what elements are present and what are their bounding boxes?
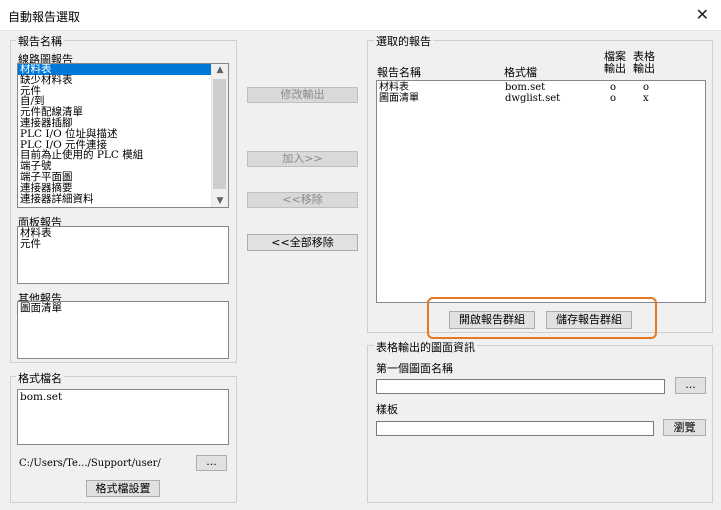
list-item[interactable]: 圖面清單: [18, 303, 228, 314]
remove-all-button[interactable]: <<全部移除: [247, 234, 358, 251]
column-header-report-name: 報告名稱: [377, 66, 421, 79]
scroll-up-icon[interactable]: ▲: [212, 65, 228, 75]
selected-reports-group-label: 選取的報告: [374, 33, 433, 49]
selected-reports-list[interactable]: 材料表 bom.set o o 圖面清單 dwglist.set o x: [376, 80, 706, 303]
first-drawing-input[interactable]: [376, 379, 665, 394]
column-header-table-output: 表格 輸出: [633, 51, 655, 75]
format-file-list[interactable]: bom.set: [17, 389, 229, 445]
format-setup-button[interactable]: 格式檔設置: [86, 480, 160, 497]
title-bar: 自動報告選取 ✕: [0, 0, 721, 31]
list-item[interactable]: 元件: [18, 85, 212, 97]
first-drawing-label: 第一個圖面名稱: [376, 362, 453, 375]
panel-reports-list[interactable]: 材料表 元件: [17, 226, 229, 284]
report-name-cell: 圖面清單: [379, 93, 419, 104]
table-row[interactable]: 材料表 bom.set o o: [377, 81, 705, 93]
open-report-group-button[interactable]: 開啟報告群組: [449, 311, 535, 329]
scroll-thumb[interactable]: [213, 79, 226, 189]
format-browse-button[interactable]: ...: [196, 455, 227, 471]
list-item[interactable]: 材料表: [18, 228, 228, 239]
table-output-line2: 輸出: [633, 62, 655, 75]
list-item[interactable]: bom.set: [18, 392, 228, 403]
format-cell: dwglist.set: [505, 93, 561, 104]
scroll-down-icon[interactable]: ▼: [212, 196, 228, 206]
close-icon[interactable]: ✕: [696, 5, 709, 24]
list-item[interactable]: 元件: [18, 238, 228, 250]
wiring-list-scrollbar[interactable]: ▲ ▼: [211, 64, 228, 207]
table-row[interactable]: 圖面清單 dwglist.set o x: [377, 92, 705, 104]
modify-output-button[interactable]: 修改輸出: [247, 87, 358, 103]
column-header-file-output: 檔案 輸出: [604, 51, 626, 75]
list-item[interactable]: 缺少材料表: [18, 74, 212, 86]
list-item[interactable]: 連接器摘要: [18, 182, 212, 194]
table-output-cell: x: [643, 93, 649, 104]
file-output-line2: 輸出: [604, 62, 626, 75]
column-header-format: 格式檔: [504, 66, 537, 79]
add-button[interactable]: 加入>>: [247, 151, 358, 167]
format-path-text: C:/Users/Te.../Support/user/: [19, 458, 161, 469]
save-report-group-button[interactable]: 儲存報告群組: [546, 311, 632, 329]
list-item[interactable]: 連接器詳細資料: [18, 193, 212, 205]
window-title: 自動報告選取: [8, 10, 81, 24]
other-reports-list[interactable]: 圖面清單: [17, 301, 229, 359]
first-drawing-browse-button[interactable]: ...: [675, 377, 706, 394]
format-file-group-label: 格式檔名: [16, 370, 64, 386]
list-item[interactable]: PLC I/O 位址與描述: [18, 128, 212, 140]
table-output-group-label: 表格輸出的圖面資訊: [374, 339, 477, 355]
template-input[interactable]: [376, 421, 654, 436]
remove-button[interactable]: <<移除: [247, 192, 358, 208]
template-browse-button[interactable]: 瀏覽: [663, 419, 706, 436]
file-output-cell: o: [610, 93, 617, 104]
report-names-group-label: 報告名稱: [16, 33, 64, 49]
template-label: 樣板: [376, 403, 398, 416]
wiring-reports-list[interactable]: 材料表 缺少材料表 元件 自/到 元件配線清單 連接器插腳 PLC I/O 位址與描述 PLC…: [17, 63, 229, 208]
